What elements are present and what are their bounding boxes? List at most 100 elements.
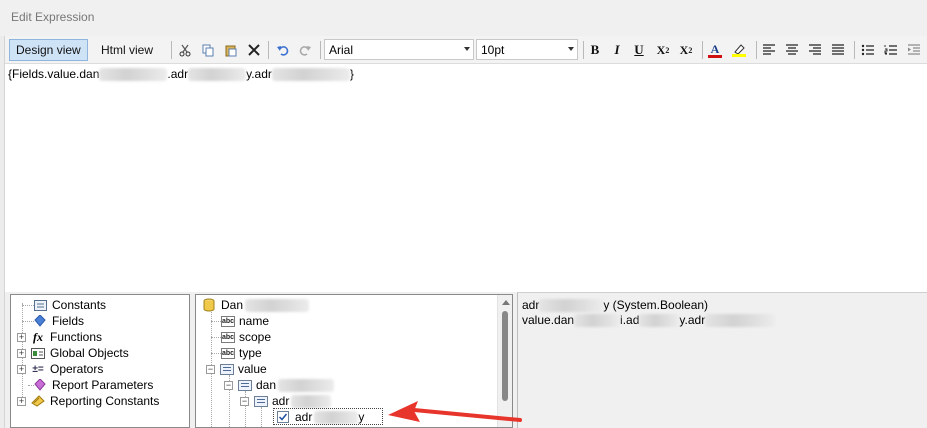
redacted-text — [705, 313, 776, 327]
font-color-icon[interactable]: A — [705, 39, 725, 61]
field-item-scope[interactable]: abc scope — [221, 329, 271, 345]
category-report-parameters[interactable]: Report Parameters — [33, 377, 153, 393]
chevron-down-icon — [568, 47, 574, 51]
object-field-icon — [220, 363, 234, 375]
object-field-icon — [238, 379, 252, 391]
field-item-dan[interactable]: − dan — [224, 377, 335, 393]
delete-icon[interactable] — [244, 39, 264, 61]
indent-icon[interactable] — [904, 39, 924, 61]
design-view-tab[interactable]: Design view — [9, 39, 88, 61]
redacted-text — [639, 313, 680, 327]
subscript-icon[interactable]: X2 — [653, 39, 673, 61]
copy-icon[interactable] — [198, 39, 218, 61]
collapse-icon[interactable]: − — [206, 364, 215, 374]
italic-icon[interactable]: I — [607, 39, 627, 61]
category-label: Constants — [52, 298, 107, 312]
cut-icon[interactable] — [175, 39, 195, 61]
category-reporting-constants[interactable]: + Reporting Constants — [17, 393, 159, 409]
field-label: scope — [239, 330, 272, 344]
field-label: adr — [272, 394, 290, 408]
align-left-icon[interactable] — [759, 39, 779, 61]
string-field-icon: abc — [221, 331, 235, 343]
highlight-icon[interactable] — [729, 39, 749, 61]
superscript-icon[interactable]: X2 — [676, 39, 696, 61]
category-label: Fields — [52, 314, 85, 328]
info-path-line: value.dan i.ad y.adr — [522, 313, 776, 327]
info-text: y (System.Boolean) — [603, 298, 709, 312]
annotation-arrow-icon — [388, 401, 522, 422]
fields-icon — [33, 315, 47, 327]
align-center-icon[interactable] — [782, 39, 802, 61]
category-label: Functions — [50, 330, 103, 344]
bullet-list-icon[interactable] — [858, 39, 878, 61]
category-label: Reporting Constants — [50, 394, 160, 408]
function-icon: fx — [33, 329, 43, 344]
info-text: adr — [522, 298, 540, 312]
field-label: dan — [256, 378, 277, 392]
field-info-panel: adr y (System.Boolean) value.dan i.ad y.… — [517, 292, 927, 428]
justify-icon[interactable] — [828, 39, 848, 61]
font-size-select[interactable]: 10pt — [476, 39, 578, 60]
database-icon — [202, 298, 216, 312]
collapse-icon[interactable]: − — [240, 396, 249, 406]
scroll-up-icon[interactable] — [502, 300, 510, 305]
redacted-text — [574, 313, 621, 327]
font-name-value: Arial — [329, 43, 354, 57]
redacted-text — [291, 394, 332, 408]
category-functions[interactable]: + fx Functions — [17, 329, 102, 345]
html-view-tab[interactable]: Html view — [94, 39, 160, 61]
bold-icon[interactable]: B — [585, 39, 605, 61]
window-title: Edit Expression — [11, 10, 95, 24]
expr-part-end: } — [349, 67, 354, 81]
info-text: y.adr — [679, 313, 706, 327]
redacted-text — [99, 67, 168, 81]
font-size-value: 10pt — [481, 43, 505, 57]
align-right-icon[interactable] — [805, 39, 825, 61]
category-constants[interactable]: Constants — [33, 297, 106, 313]
info-text: i.ad — [620, 313, 640, 327]
expand-icon[interactable]: + — [17, 332, 26, 342]
category-operators[interactable]: + ±= Operators — [17, 361, 103, 377]
category-label: Operators — [50, 362, 104, 376]
category-fields[interactable]: Fields — [33, 313, 84, 329]
title-bar: Edit Expression — [0, 0, 927, 36]
scrollbar-thumb[interactable] — [502, 311, 508, 401]
field-label: type — [239, 346, 262, 360]
global-objects-icon — [31, 347, 45, 359]
redacted-text — [271, 67, 350, 81]
category-global-objects[interactable]: + Global Objects — [17, 345, 129, 361]
selection-focus-rect — [273, 408, 383, 425]
paste-icon[interactable] — [221, 39, 241, 61]
category-tree: Constants Fields + fx Functions + Global… — [10, 294, 190, 428]
info-type-line: adr y (System.Boolean) — [522, 298, 708, 312]
operators-icon: ±= — [32, 363, 44, 375]
collapse-icon[interactable]: − — [224, 380, 233, 390]
formatting-toolbar: Design view Html view Arial 10pt B I U X… — [5, 36, 927, 64]
field-item-name[interactable]: abc name — [221, 313, 269, 329]
expression-editor[interactable]: {Fields.value.dan .adr y.adr } — [5, 64, 927, 292]
field-item-value[interactable]: − value — [206, 361, 267, 377]
field-label: name — [239, 314, 270, 328]
field-label: value — [238, 362, 267, 376]
expand-icon[interactable]: + — [17, 396, 26, 406]
expr-part-mid1: .adr — [167, 67, 189, 81]
undo-icon[interactable] — [273, 39, 293, 61]
underline-icon[interactable]: U — [629, 39, 649, 61]
font-name-select[interactable]: Arial — [324, 39, 474, 60]
numbered-list-icon[interactable] — [881, 39, 901, 61]
expr-part-start: {Fields.value.dan — [8, 67, 100, 81]
constants-icon — [33, 299, 47, 311]
field-item-type[interactable]: abc type — [221, 345, 262, 361]
info-text: value.dan — [522, 313, 575, 327]
redo-icon[interactable] — [295, 39, 315, 61]
report-parameters-icon — [33, 379, 47, 391]
expr-part-mid2: y.adr — [246, 67, 272, 81]
category-label: Global Objects — [50, 346, 129, 360]
expand-icon[interactable]: + — [17, 348, 26, 358]
string-field-icon: abc — [221, 315, 235, 327]
string-field-icon: abc — [221, 347, 235, 359]
fields-root[interactable]: Dan — [202, 297, 310, 313]
expand-icon[interactable]: + — [17, 364, 26, 374]
expression-text: {Fields.value.dan .adr y.adr } — [8, 67, 354, 81]
field-item-adr[interactable]: − adr — [240, 393, 332, 409]
